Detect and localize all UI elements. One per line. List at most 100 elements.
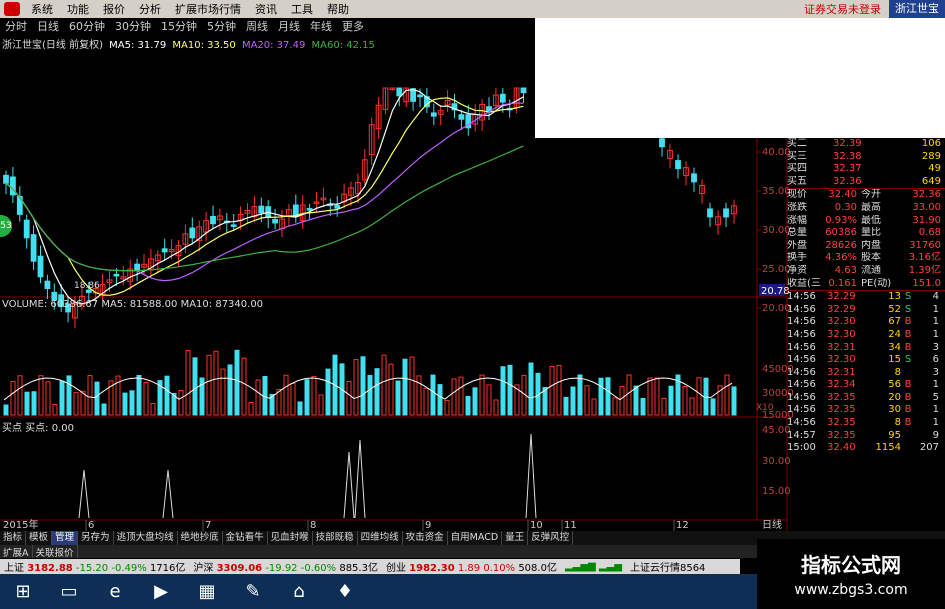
volume-bar [318,394,324,416]
calendar-icon[interactable]: ▦ [187,577,227,607]
tick-row: 14:56 32.29 13 S 4 [787,291,939,303]
volume-bar [227,364,233,416]
tab-seal[interactable]: 见血封喉 [268,531,313,545]
month-label: 8 [310,520,316,531]
tab-indicator[interactable]: 指标 [0,531,27,545]
volume-bar [395,380,401,416]
volume-bar [178,389,184,416]
tab-related-quote[interactable]: 关联报价 [33,545,78,559]
candle-body [30,234,37,262]
volume-bar [325,368,331,416]
browser-icon[interactable]: e [95,577,135,607]
tab-stable[interactable]: 技部既稳 [313,531,358,545]
month-label: 12 [676,520,689,531]
candle-body [161,248,168,253]
volume-bar [241,357,247,416]
buy-point-spike [78,469,90,519]
bid-row: 买四 32.37 49 [787,163,941,175]
volume-bar [605,377,611,416]
volume-bar [437,384,443,416]
volume-bar [724,374,730,416]
candle-body [396,87,403,97]
volume-bar [311,376,317,416]
volume-bar [710,398,716,416]
volume-bar [598,377,604,416]
tab-template[interactable]: 模板 [26,531,53,545]
stat-row: 净资 4.63 流通 1.39亿 [787,264,941,276]
volume-bar [409,356,415,416]
volume-bar [52,403,58,416]
tick-row: 14:56 32.30 67 B 1 [787,316,939,328]
candle-body [44,280,51,289]
month-label: 6 [88,520,94,531]
volume-bar [703,377,709,416]
volume-bar [500,366,506,416]
tick-row: 14:57 32.35 95 9 [787,429,939,441]
status-bar: 上证 3182.88 -15.20 -0.49% 1716亿 沪深 3309.0… [0,559,740,574]
volume-bar [612,397,618,416]
volume-bar [192,357,198,416]
volume-bar [731,386,737,416]
volume-bar [619,386,625,416]
volume-bar [563,396,569,416]
volume-bar [143,381,149,416]
volume-bar [87,375,93,416]
candle-body [10,176,16,196]
watermark-line1: 指标公式网 [801,553,901,577]
volume-bar [73,392,79,416]
volume-bar [136,374,142,416]
tab-escape-top[interactable]: 逃顶大盘均线 [114,531,178,545]
tick-row: 14:56 32.30 24 B 1 [787,328,939,340]
volume-bar [255,379,261,416]
folder-icon[interactable]: ▭ [49,577,89,607]
volume-bar [31,391,37,416]
month-label: 11 [564,520,577,531]
candle-body [675,160,681,170]
tick-row: 14:56 32.31 34 B 3 [787,341,939,353]
stat-row: 涨跌 0.30 最高 33.00 [787,201,941,213]
tick-row: 14:56 32.31 8 3 [787,366,939,378]
tab-volume-king[interactable]: 量王 [502,531,529,545]
volume-bar [304,379,310,416]
volume-bar [528,362,534,416]
tab-macd[interactable]: 自用MACD [448,531,503,545]
tab-gold-bull[interactable]: 金钻看牛 [223,531,268,545]
index-sh[interactable]: 上证 3182.88 -15.20 -0.49% 1716亿 [0,559,189,574]
tab-ext-a[interactable]: 扩展A [0,545,33,559]
media-icon[interactable]: ▶ [141,577,181,607]
tab-manage[interactable]: 管理 [52,531,79,545]
ma-line [5,102,524,282]
candle-body [659,138,665,148]
candle-body [417,94,423,98]
volume-bar [486,384,492,416]
index-hs[interactable]: 沪深 3309.06 -19.92 -0.60% 885.3亿 [189,559,382,574]
volume-bar [38,375,44,416]
tab-rebound[interactable]: 反弹风控 [528,531,574,545]
volume-bar [591,398,597,416]
volume-bar [479,374,485,416]
volume-bar [626,374,632,416]
candle-body [306,208,313,211]
volume-bar [451,378,457,416]
bsp-legend: 买点 买点: 0.00 [2,423,74,434]
volume-bar [458,376,464,416]
candle-body [520,87,527,94]
volume-bar [668,385,674,416]
month-label: 10 [530,520,543,531]
buy-point-spike [162,469,174,519]
tab-save-as[interactable]: 另存为 [78,531,114,545]
tab-attack-fund[interactable]: 攻击资金 [403,531,448,545]
buy-point-spike [525,433,537,519]
buy-point-spike [343,451,355,519]
volume-bar [577,374,583,416]
home-icon[interactable]: ⌂ [279,577,319,607]
windows-start-icon[interactable]: ⊞ [3,577,43,607]
volume-bar [661,397,667,416]
trading-app-icon[interactable]: ♦ [325,577,365,607]
index-cy[interactable]: 创业 1982.30 1.89 0.10% 508.0亿 [382,559,561,574]
pen-icon[interactable]: ✎ [233,577,273,607]
tab-4d-ma[interactable]: 四维均线 [358,531,403,545]
candle-body [3,174,9,184]
stat-row: 涨幅 0.93% 最低 31.90 [787,214,941,226]
tab-bottom-fish[interactable]: 绝地抄底 [178,531,223,545]
